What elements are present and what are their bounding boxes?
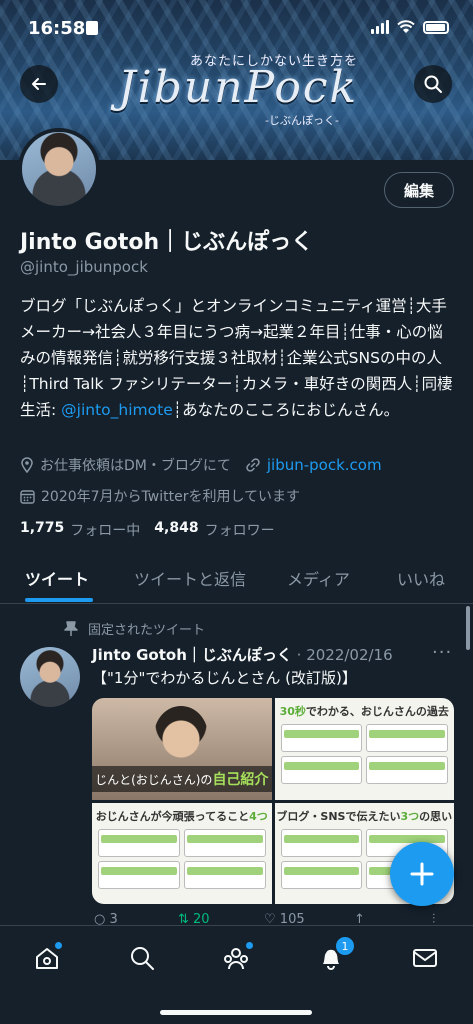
focus-person-icon bbox=[86, 21, 98, 35]
banner-logo: JibunPock bbox=[118, 62, 359, 113]
media-2-title: 30秒でわかる、おじんさんの過去 bbox=[279, 705, 449, 718]
profile-avatar[interactable] bbox=[18, 128, 100, 210]
media-image-2[interactable]: 30秒でわかる、おじんさんの過去 bbox=[274, 698, 454, 800]
profile-meta-joined: 2020年7月からTwitterを利用しています bbox=[20, 486, 300, 506]
media-1-caption: じんと(おじんさん)の自己紹介 bbox=[92, 765, 272, 792]
notifications-badge: 1 bbox=[335, 936, 355, 956]
wifi-icon bbox=[397, 20, 415, 33]
joined-text: 2020年7月からTwitterを利用しています bbox=[41, 489, 301, 505]
bio-mention-link[interactable]: @jinto_himote bbox=[61, 401, 173, 419]
cellular-signal-icon bbox=[371, 20, 389, 34]
search-button[interactable] bbox=[414, 65, 452, 103]
tweet-header: Jinto Gotoh｜じぶんぽっく · 2022/02/16 bbox=[92, 644, 393, 665]
edit-profile-button[interactable]: 編集 bbox=[384, 172, 454, 208]
pinned-label: 固定されたツイート bbox=[88, 623, 206, 638]
media-3-title: おじんさんが今頑張ってること4つ bbox=[95, 809, 268, 823]
followers-label[interactable]: フォロワー bbox=[205, 520, 275, 540]
communities-icon bbox=[224, 948, 248, 970]
arrow-left-icon bbox=[32, 78, 46, 90]
tweet-text: 【"1分"でわかるじんとさん (改訂版)】 bbox=[92, 669, 357, 687]
tweet-author-name[interactable]: Jinto Gotoh｜じぶんぽっく bbox=[92, 646, 292, 664]
website-link[interactable]: jibun-pock.com bbox=[267, 456, 382, 474]
back-button[interactable] bbox=[20, 65, 58, 103]
tab-tweets-and-replies[interactable]: ツイートと返信 bbox=[134, 566, 246, 590]
home-unread-dot bbox=[55, 942, 62, 949]
nav-notifications[interactable]: 1 bbox=[311, 936, 355, 978]
banner-kana: -じぶんぽっく- bbox=[265, 114, 339, 127]
portrait-photo bbox=[154, 706, 208, 766]
search-icon bbox=[424, 75, 442, 93]
scrollbar[interactable] bbox=[466, 606, 470, 650]
tweet-more-icon[interactable]: ··· bbox=[432, 642, 452, 663]
profile-meta-location: お仕事依頼はDM・ブログにて jibun-pock.com bbox=[20, 455, 382, 475]
media-4-title: ブログ・SNSで伝えたい3つの思い bbox=[276, 809, 453, 823]
communities-unread-dot bbox=[246, 942, 253, 949]
following-count[interactable]: 1,775 bbox=[20, 520, 64, 540]
nav-search[interactable] bbox=[122, 938, 162, 978]
tab-likes[interactable]: いいね bbox=[397, 566, 445, 590]
plus-icon bbox=[410, 862, 434, 886]
search-icon bbox=[131, 947, 154, 970]
follow-stats: 1,775 フォロー中 4,848 フォロワー bbox=[20, 520, 275, 540]
location-pin-icon bbox=[21, 457, 33, 473]
media-image-1[interactable]: じんと(おじんさん)の自己紹介 bbox=[92, 698, 272, 800]
media-image-3[interactable]: おじんさんが今頑張ってること4つ bbox=[92, 802, 272, 904]
tweet-author-avatar[interactable] bbox=[20, 647, 80, 707]
bio-text-end: ┊あなたのこころにおじんさん。 bbox=[172, 401, 400, 419]
calendar-icon bbox=[20, 489, 35, 504]
home-icon bbox=[36, 948, 58, 969]
location-text: お仕事依頼はDM・ブログにて bbox=[40, 458, 231, 474]
tab-tweets[interactable]: ツイート bbox=[25, 566, 89, 590]
profile-bio: ブログ「じぶんぽっく」とオンラインコミュニティ運営┊大手メーカー→社会人３年目に… bbox=[20, 293, 458, 423]
status-bar: 16:58 bbox=[0, 0, 473, 50]
link-icon bbox=[246, 458, 260, 472]
nav-home[interactable] bbox=[27, 938, 67, 978]
bottom-navigation: 1 bbox=[0, 925, 473, 1024]
mail-icon bbox=[413, 949, 437, 967]
pin-icon bbox=[64, 620, 78, 636]
active-tab-indicator bbox=[25, 598, 93, 602]
tweet-date[interactable]: · 2022/02/16 bbox=[297, 646, 393, 664]
battery-icon bbox=[423, 21, 449, 34]
nav-communities[interactable] bbox=[216, 938, 256, 978]
nav-messages[interactable] bbox=[405, 938, 445, 978]
display-name: Jinto Gotoh｜じぶんぽっく bbox=[20, 230, 314, 255]
user-handle: @jinto_jibunpock bbox=[20, 258, 148, 276]
following-label[interactable]: フォロー中 bbox=[70, 520, 140, 540]
tab-media[interactable]: メディア bbox=[287, 566, 350, 590]
profile-tabs: ツイート ツイートと返信 メディア いいね bbox=[0, 556, 473, 604]
followers-count[interactable]: 4,848 bbox=[154, 520, 198, 540]
pinned-indicator: 固定されたツイート bbox=[64, 619, 205, 638]
home-indicator bbox=[160, 1010, 312, 1015]
status-time: 16:58 bbox=[28, 18, 86, 39]
compose-tweet-button[interactable] bbox=[390, 842, 454, 906]
